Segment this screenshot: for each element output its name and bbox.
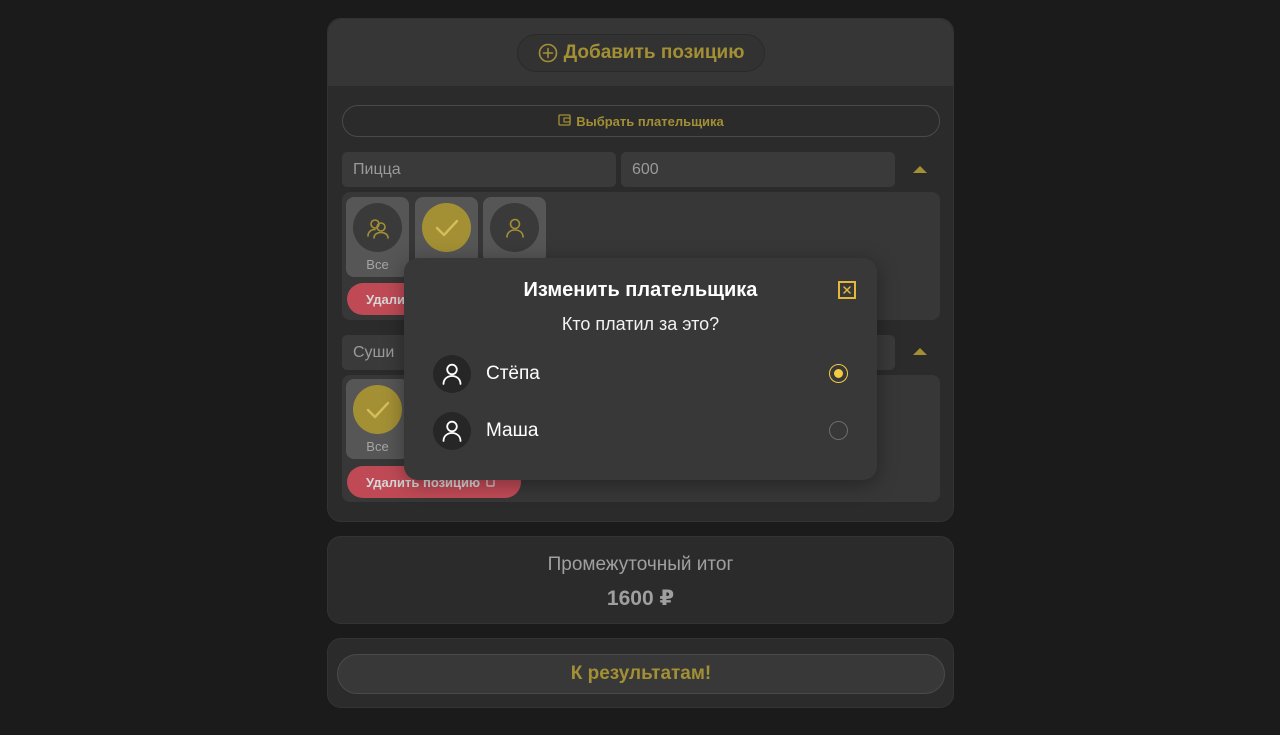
participant-chip-all[interactable]: Все <box>346 379 409 459</box>
change-payer-modal: Изменить плательщика Кто платил за это? … <box>404 258 877 480</box>
payer-name: Стёпа <box>486 363 540 384</box>
payer-radio[interactable] <box>829 421 848 440</box>
choose-payer-label: Выбрать плательщика <box>576 113 724 129</box>
collapse-arrow-icon[interactable] <box>913 348 927 355</box>
plus-circle-icon <box>538 43 558 63</box>
add-position-button[interactable]: Добавить позицию <box>517 34 765 72</box>
participant-label: Все <box>366 257 389 272</box>
collapse-arrow-icon[interactable] <box>913 166 927 173</box>
to-results-button[interactable]: К результатам! <box>337 654 945 694</box>
choose-payer-button[interactable]: Выбрать плательщика <box>342 105 940 137</box>
modal-title: Изменить плательщика <box>523 279 758 301</box>
check-icon <box>422 203 471 252</box>
users-icon <box>353 203 402 252</box>
participant-chip-all[interactable]: Все <box>346 197 409 277</box>
add-position-label: Добавить позицию <box>563 42 745 63</box>
user-icon <box>490 203 539 252</box>
user-icon <box>433 355 471 393</box>
results-panel: К результатам! <box>327 638 954 708</box>
close-icon[interactable] <box>838 281 856 299</box>
subtotal-value: 1600 ₽ <box>606 587 675 610</box>
subtotal-label: Промежуточный итог <box>547 554 734 575</box>
payer-radio[interactable] <box>829 364 848 383</box>
user-icon <box>433 412 471 450</box>
payer-option[interactable]: Маша <box>433 412 853 450</box>
check-icon <box>353 385 402 434</box>
modal-question: Кто платил за это? <box>561 314 720 334</box>
payer-name: Маша <box>486 420 539 441</box>
item-name-input[interactable]: Пицца <box>342 152 616 187</box>
item-price-input[interactable]: 600 <box>621 152 895 187</box>
participant-chip-user[interactable] <box>483 197 546 263</box>
wallet-icon <box>558 113 571 129</box>
payer-option[interactable]: Стёпа <box>433 355 853 393</box>
subtotal-panel: Промежуточный итог 1600 ₽ <box>327 536 954 624</box>
items-panel-header: Добавить позицию <box>328 19 953 87</box>
participant-label: Все <box>366 439 389 454</box>
